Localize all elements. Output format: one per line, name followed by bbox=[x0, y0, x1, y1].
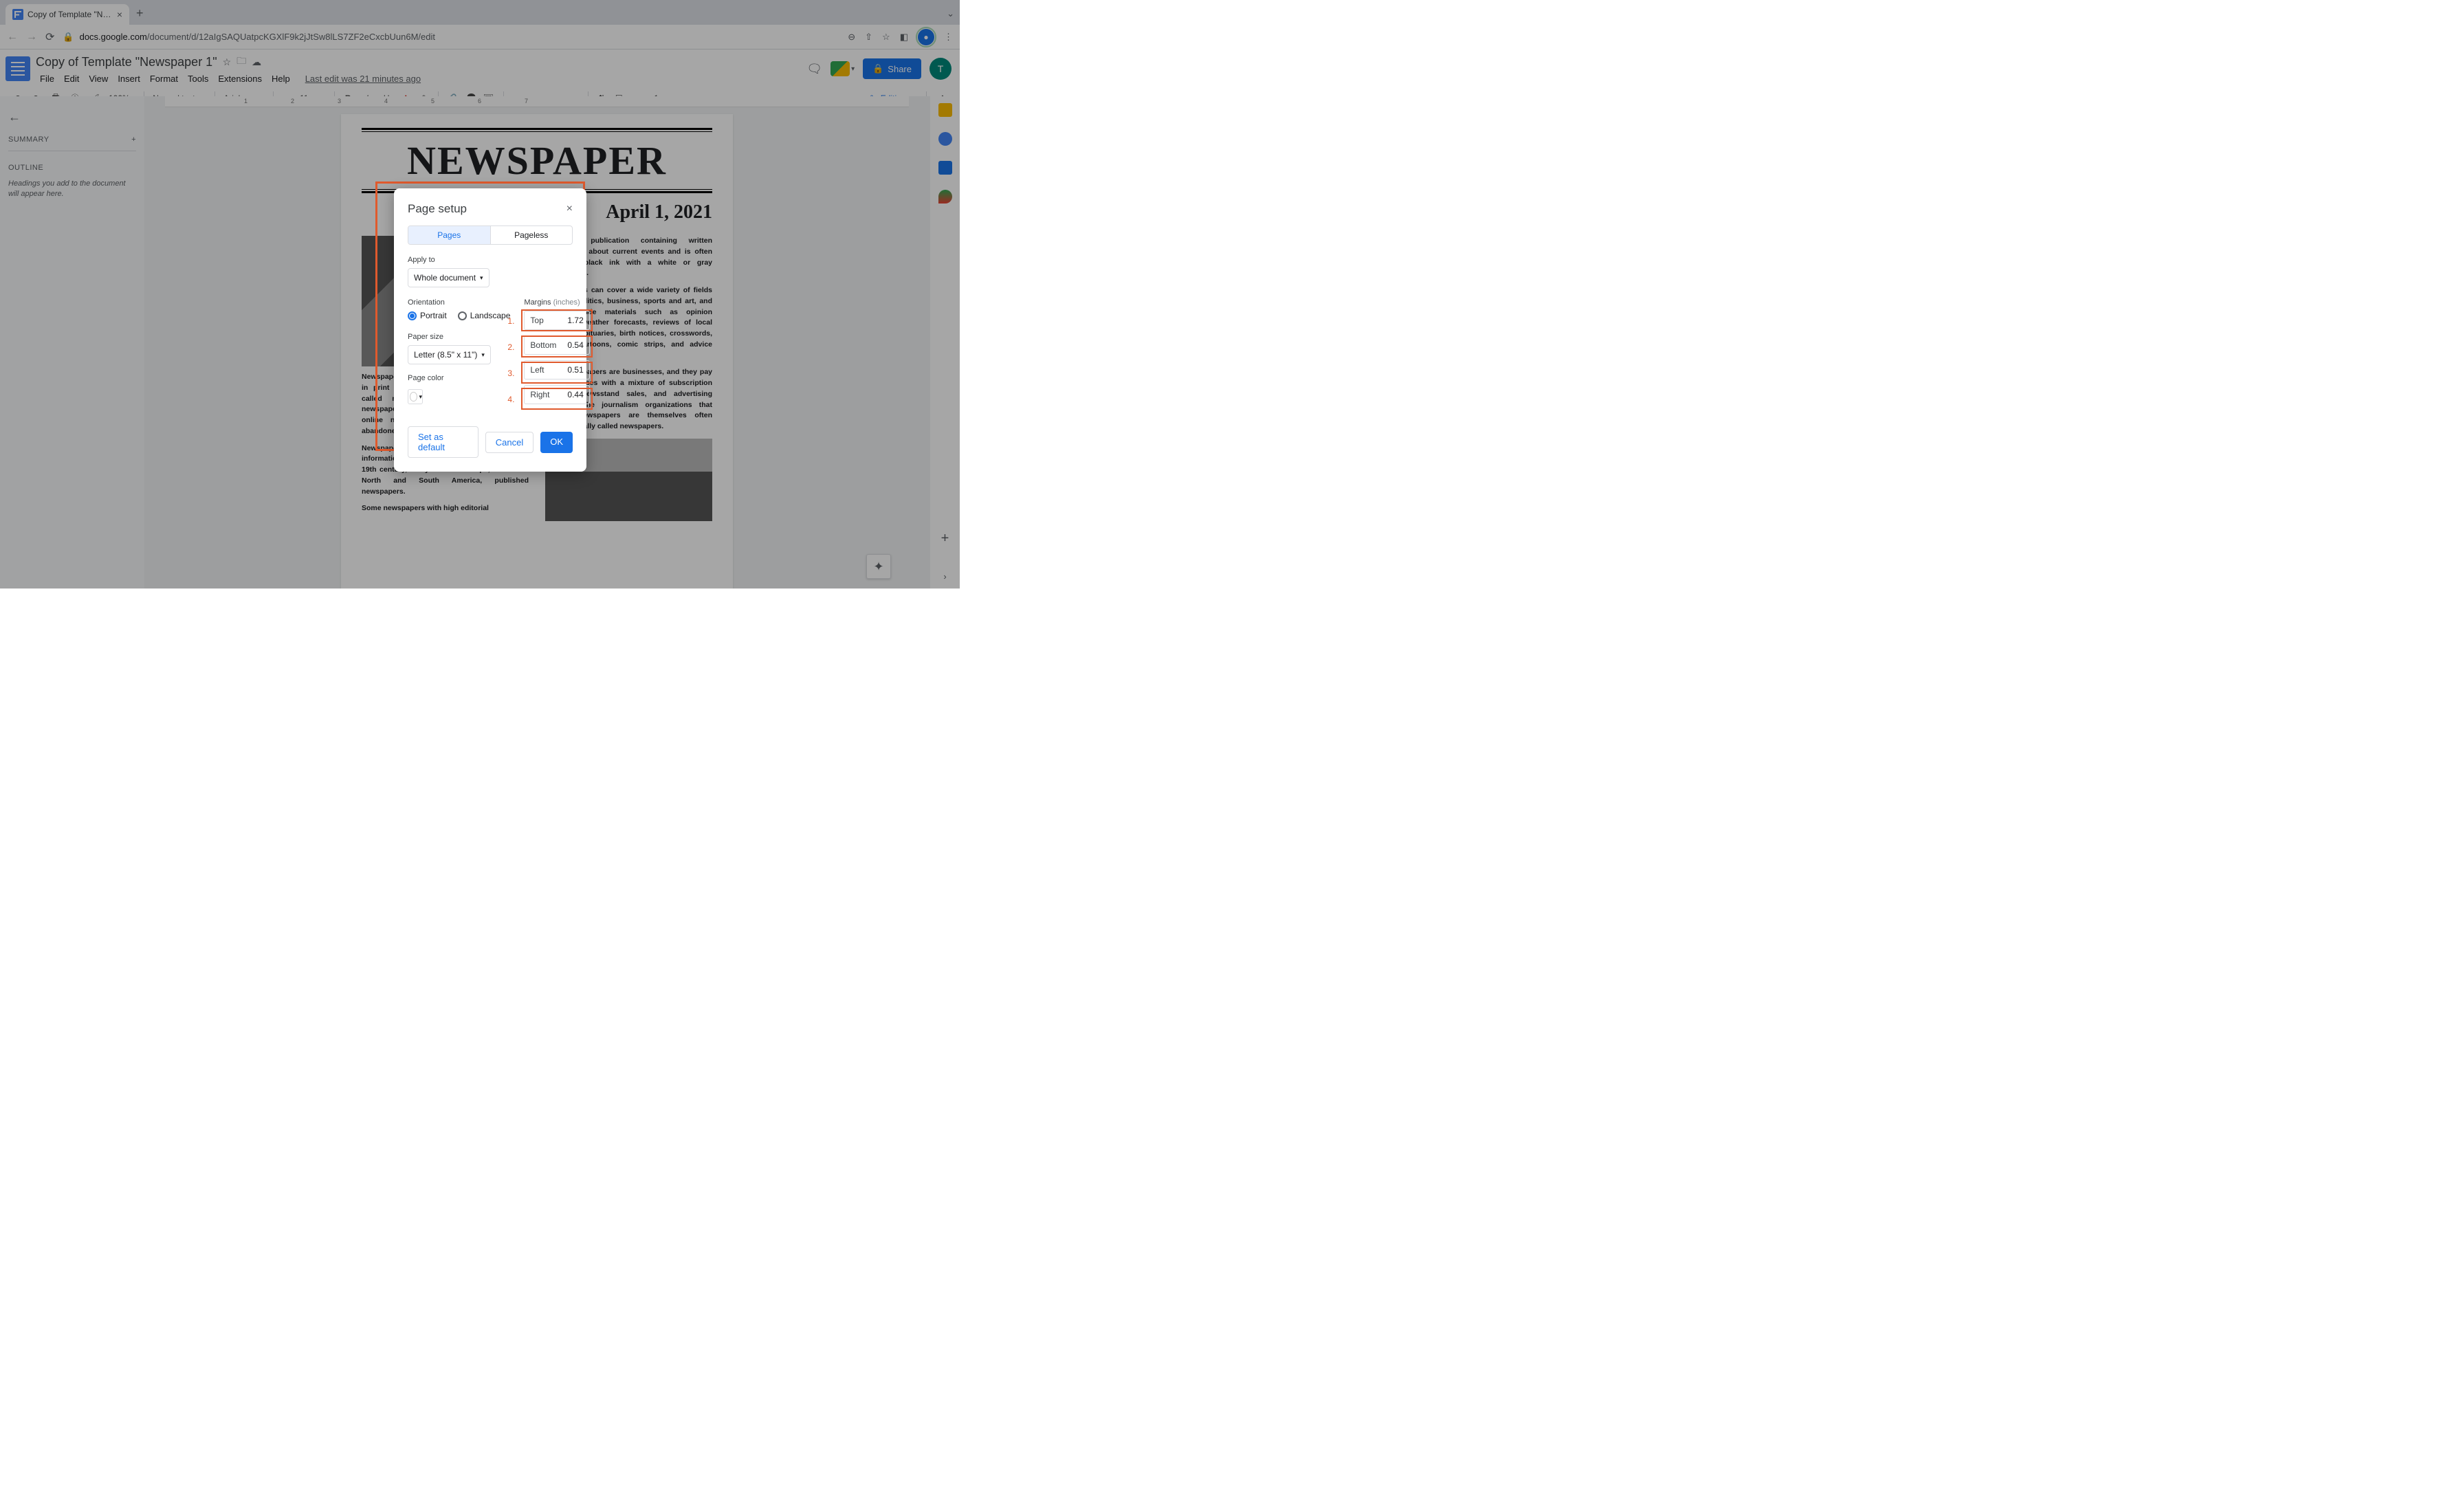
modal-title: Page setup bbox=[408, 202, 467, 216]
page-color-dropdown[interactable]: ▾ bbox=[408, 389, 423, 404]
ok-button[interactable]: OK bbox=[540, 432, 573, 453]
radio-landscape[interactable]: Landscape bbox=[458, 311, 511, 320]
paper-size-label: Paper size bbox=[408, 333, 510, 341]
margin-left-field[interactable]: Left 0.51 bbox=[524, 360, 590, 380]
cancel-button[interactable]: Cancel bbox=[485, 432, 534, 453]
close-icon[interactable]: × bbox=[566, 203, 573, 215]
apply-to-dropdown[interactable]: Whole document▾ bbox=[408, 268, 490, 287]
modal-overlay: Page setup × Pages Pageless Apply to Who… bbox=[0, 0, 960, 588]
annotation-num-4: 4. bbox=[507, 395, 514, 404]
radio-portrait[interactable]: Portrait bbox=[408, 311, 447, 320]
orientation-label: Orientation bbox=[408, 298, 510, 307]
page-color-label: Page color bbox=[408, 374, 510, 382]
margin-top-field[interactable]: Top 1.72 bbox=[524, 311, 590, 330]
apply-to-label: Apply to bbox=[408, 256, 573, 264]
margin-right-field[interactable]: Right 0.44 bbox=[524, 385, 590, 404]
margin-bottom-field[interactable]: Bottom 0.54 bbox=[524, 336, 590, 355]
set-default-button[interactable]: Set as default bbox=[408, 426, 478, 458]
annotation-num-2: 2. bbox=[507, 342, 514, 352]
margins-label: Margins (inches) bbox=[524, 298, 590, 307]
annotation-num-3: 3. bbox=[507, 368, 514, 378]
tab-pageless[interactable]: Pageless bbox=[491, 226, 573, 244]
paper-size-dropdown[interactable]: Letter (8.5" x 11")▾ bbox=[408, 345, 491, 364]
annotation-num-1: 1. bbox=[507, 316, 514, 326]
tab-pages[interactable]: Pages bbox=[408, 226, 491, 244]
page-setup-dialog: Page setup × Pages Pageless Apply to Who… bbox=[394, 188, 586, 472]
modal-tabs: Pages Pageless bbox=[408, 226, 573, 245]
